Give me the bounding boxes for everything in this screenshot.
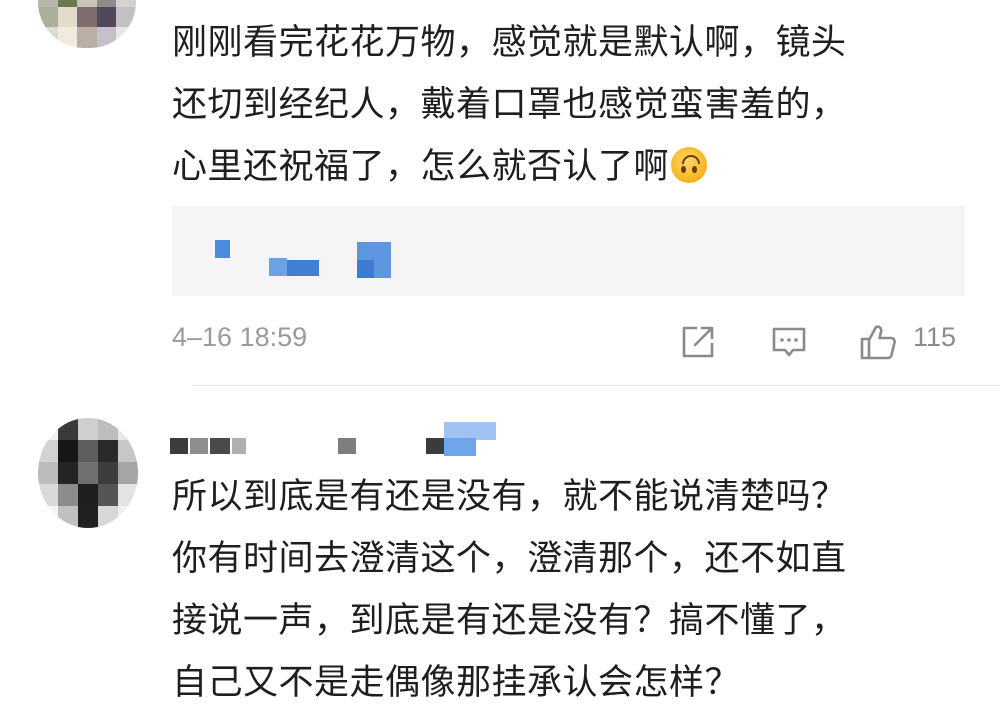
comment-divider (192, 385, 1000, 386)
upside-down-face-emoji (671, 147, 708, 183)
comment-2-line-2: 你有时间去澄清这个，澄清那个，还不如直 (172, 539, 847, 579)
comment-2-text: 所以到底是有还是没有，就不能说清楚吗？ 你有时间去澄清这个，澄清那个，还不如直 … (172, 466, 962, 714)
comment-2-line-3: 接说一声，到底是有还是没有？搞不懂了， (172, 601, 847, 641)
avatar-commenter-2[interactable] (38, 418, 138, 528)
comment-1-line-1: 刚刚看完花花万物，感觉就是默认啊，镜头 (172, 23, 847, 63)
blurred-content (269, 258, 287, 276)
blurred-content (444, 438, 476, 456)
blurred-content (232, 438, 246, 454)
comment-2-line-4: 自己又不是走偶像那挂承认会怎样？ (172, 663, 741, 703)
comment-1-text: 刚刚看完花花万物，感觉就是默认啊，镜头 还切到经纪人，戴着口罩也感觉蛮害羞的， … (172, 12, 962, 198)
blurred-content (210, 438, 230, 454)
blurred-content (287, 260, 319, 276)
like-count: 115 (913, 322, 957, 352)
like-icon[interactable] (858, 322, 898, 362)
blurred-content (190, 438, 208, 454)
blurred-content (357, 260, 374, 278)
comment-1-line-2: 还切到经纪人，戴着口罩也感觉蛮害羞的， (172, 85, 847, 125)
username-commenter-2[interactable] (170, 422, 500, 460)
reply-preview-box[interactable] (172, 206, 965, 296)
blurred-content (215, 240, 230, 258)
comment-icon[interactable] (769, 322, 809, 362)
comment-1-line-3-text: 心里还祝福了，怎么就否认了啊 (172, 147, 670, 187)
comment-2-line-1: 所以到底是有还是没有，就不能说清楚吗？ (172, 477, 847, 517)
comment-1-line-3: 心里还祝福了，怎么就否认了啊 (172, 136, 962, 198)
share-icon[interactable] (678, 322, 718, 362)
comment-1-timestamp: 4–16 18:59 (172, 322, 308, 352)
avatar-commenter-1[interactable] (38, 0, 136, 48)
blurred-content (426, 438, 444, 454)
blurred-content (338, 438, 356, 454)
blurred-content (170, 438, 188, 454)
